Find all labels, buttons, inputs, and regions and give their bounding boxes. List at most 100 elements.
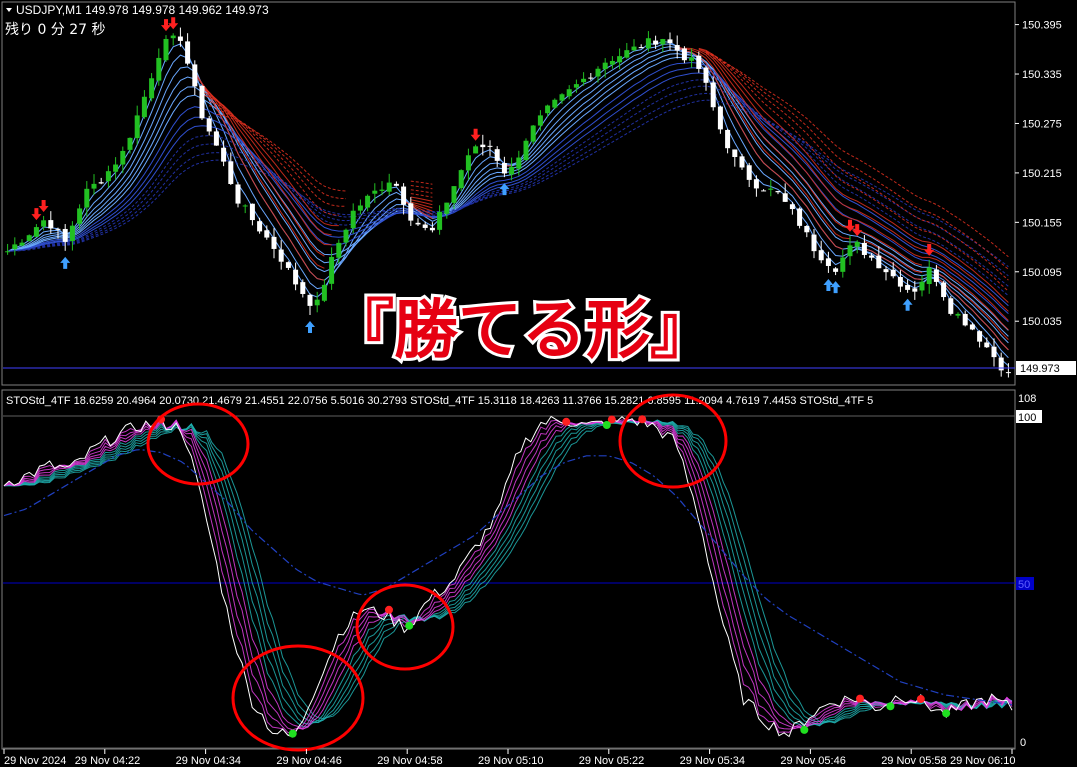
candle-body	[235, 184, 241, 204]
time-tick-label: 29 Nov 05:46	[780, 755, 845, 767]
candle-body	[1005, 372, 1011, 374]
candle-body	[761, 190, 767, 192]
candle-body	[595, 68, 601, 77]
candle-body	[228, 161, 234, 184]
candle-body	[264, 230, 270, 238]
candle-body	[725, 129, 731, 149]
time-tick-label: 29 Nov 05:34	[680, 755, 745, 767]
candle-body	[329, 256, 335, 284]
time-tick-label: 29 Nov 05:10	[478, 755, 543, 767]
buy-dot	[405, 621, 414, 630]
candle-body	[710, 82, 716, 108]
candle-body	[977, 331, 983, 342]
sell-dot	[384, 605, 393, 614]
candle-body	[617, 56, 623, 63]
candle-body	[624, 50, 630, 58]
candle-body	[861, 242, 867, 255]
candle-body	[480, 144, 486, 148]
candle-body	[120, 150, 126, 165]
buy-dot	[602, 421, 611, 430]
candle-body	[789, 204, 795, 210]
candle-body	[638, 47, 644, 49]
candle-body	[581, 78, 587, 83]
candle-body	[530, 125, 536, 142]
candle-body	[473, 146, 479, 154]
level-0-label: 0	[1020, 737, 1026, 749]
time-tick-label: 29 Nov 05:58	[881, 755, 946, 767]
price-tick-label: 150.275	[1022, 118, 1062, 130]
candle-body	[422, 224, 428, 228]
candle-body	[537, 115, 543, 126]
candle-body	[408, 203, 414, 221]
candle-body	[768, 188, 774, 190]
candle-body	[955, 313, 961, 316]
candle-body	[833, 268, 839, 272]
candle-body	[746, 165, 752, 180]
candle-body	[206, 118, 212, 132]
candle-body	[631, 46, 637, 51]
candle-body	[127, 137, 133, 150]
candle-body	[386, 182, 392, 192]
candle-body	[249, 203, 255, 221]
candle-body	[876, 255, 882, 269]
sell-dot	[562, 417, 571, 426]
candle-body	[365, 195, 371, 208]
candle-body	[465, 155, 471, 171]
candle-body	[199, 85, 205, 119]
candle-body	[487, 145, 493, 147]
candle-body	[437, 211, 443, 230]
level-100-label: 100	[1018, 412, 1036, 424]
candle-body	[588, 77, 594, 79]
candle-body	[962, 313, 968, 326]
candle-body	[170, 35, 176, 39]
candle-body	[372, 190, 378, 194]
ind-top-label: 108	[1018, 393, 1036, 405]
candle-body	[919, 281, 925, 291]
candle-body	[847, 245, 853, 257]
candle-body	[991, 346, 997, 358]
price-tick-label: 150.035	[1022, 316, 1062, 328]
candle-body	[703, 67, 709, 83]
candle-body	[602, 62, 608, 70]
candle-body	[98, 182, 104, 184]
sell-dot	[856, 694, 865, 703]
candle-body	[905, 285, 911, 290]
price-axis: 150.395 150.335 150.275 150.215 150.155 150.0…	[1015, 20, 1062, 328]
buy-dot	[886, 702, 895, 711]
candle-body	[681, 48, 687, 61]
candle-body	[897, 277, 903, 287]
candle-body	[559, 94, 565, 101]
candle-body	[213, 131, 219, 146]
candle-body	[134, 115, 140, 139]
candle-body	[321, 284, 327, 301]
candle-body	[717, 106, 723, 130]
price-tick-label: 150.395	[1022, 20, 1062, 32]
candle-body	[653, 40, 659, 45]
candle-body	[523, 140, 529, 160]
candle-body	[77, 208, 83, 224]
symbol-header: USDJPY,M1 149.978 149.978 149.962 149.97…	[16, 3, 269, 17]
time-tick-label: 29 Nov 04:58	[377, 755, 442, 767]
candle-body	[645, 38, 651, 49]
candle-body	[336, 242, 342, 258]
candle-body	[285, 262, 291, 268]
price-tick-label: 150.215	[1022, 168, 1062, 180]
candle-body	[869, 255, 875, 258]
candle-body	[33, 227, 39, 237]
candle-body	[149, 78, 155, 99]
sell-dot	[638, 415, 647, 424]
price-tick-label: 150.095	[1022, 267, 1062, 279]
candle-body	[890, 269, 896, 277]
candle-body	[545, 105, 551, 114]
candle-body	[5, 251, 11, 253]
candle-body	[732, 149, 738, 157]
candle-body	[19, 242, 25, 246]
candle-body	[825, 258, 831, 266]
candle-body	[242, 205, 248, 207]
chart-window: 150.395 150.335 150.275 150.215 150.155 150.0…	[1, 1, 1076, 767]
candle-body	[177, 36, 183, 41]
candle-body	[494, 149, 500, 161]
time-tick-label: 29 Nov 04:34	[176, 755, 241, 767]
time-axis: 29 Nov 2024 29 Nov 04:22 29 Nov 04:34 29 No…	[3, 749, 1015, 767]
candle-body	[278, 249, 284, 262]
